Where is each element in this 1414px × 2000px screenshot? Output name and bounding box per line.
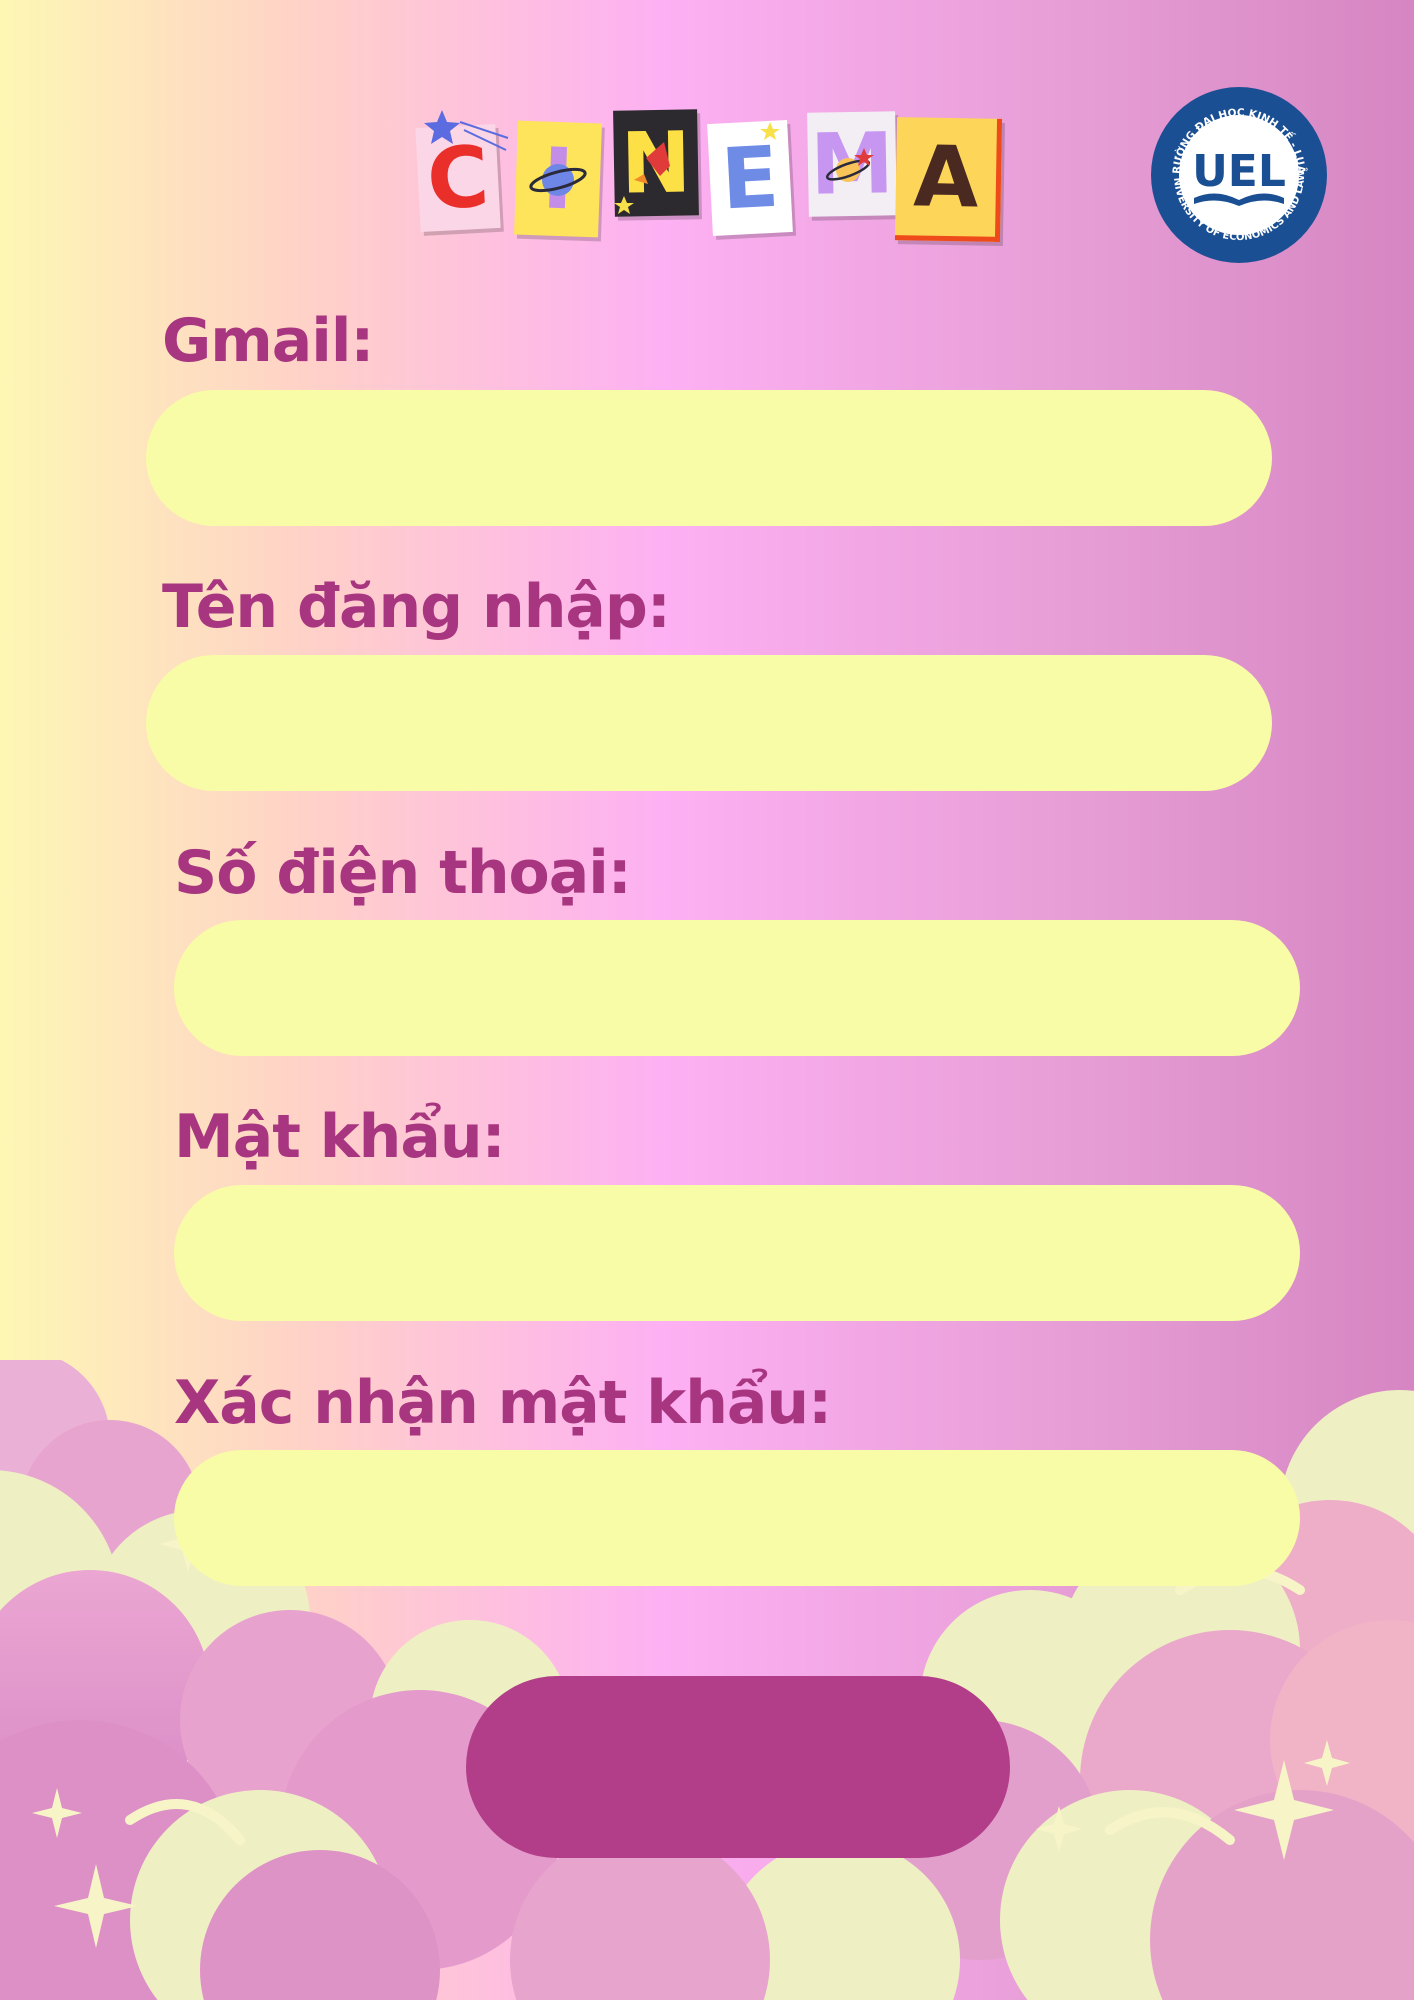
title-decorations [424,110,874,214]
password-field[interactable] [174,1185,1300,1321]
signup-page: C I N E M A [0,0,1414,2000]
username-label: Tên đăng nhập: [162,572,671,642]
cinema-title: C I N E M A [415,108,1004,248]
phone-label: Số điện thoại: [174,838,632,908]
star-icon [614,122,780,214]
uel-logo: TRƯỜNG ĐẠI HỌC KINH TẾ - LUẬT UNIVERSITY… [1150,86,1327,263]
phone-field[interactable] [174,920,1300,1056]
planet-icon [529,164,587,196]
submit-button[interactable] [466,1676,1010,1858]
logo-abbreviation: UEL [1192,146,1286,197]
confirm-password-label: Xác nhận mật khẩu: [174,1368,832,1438]
gmail-label: Gmail: [162,306,374,376]
gmail-field[interactable] [146,390,1272,526]
star-icon [424,110,460,144]
confirm-password-field[interactable] [174,1450,1300,1586]
rocket-icon [634,142,670,184]
username-field[interactable] [146,655,1272,791]
password-label: Mật khẩu: [174,1102,506,1172]
